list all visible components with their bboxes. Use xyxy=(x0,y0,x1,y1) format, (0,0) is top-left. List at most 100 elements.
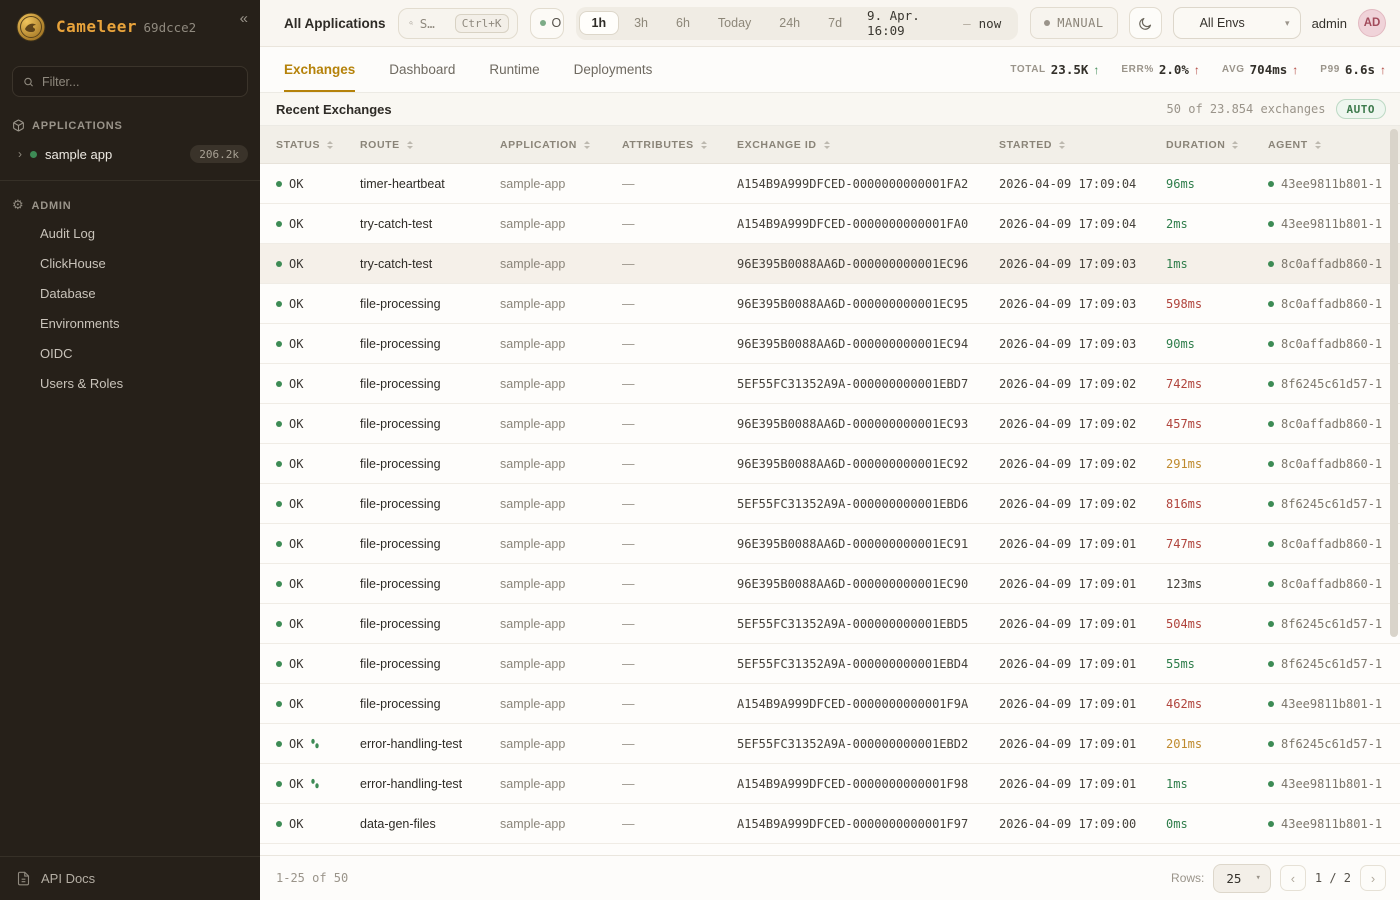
sidebar-item-api-docs[interactable]: API Docs xyxy=(0,856,260,900)
chevron-right-icon[interactable]: › xyxy=(18,147,22,161)
sidebar-item-clickhouse[interactable]: ClickHouse xyxy=(0,248,260,278)
tab-exchanges[interactable]: Exchanges xyxy=(284,47,355,92)
sidebar-item-environments[interactable]: Environments xyxy=(0,308,260,338)
rows-per-page-select[interactable]: 25 ▾ xyxy=(1213,864,1270,893)
sidebar-item-sample-app[interactable]: › sample app 206.2k xyxy=(0,138,260,170)
stat-value: 704ms xyxy=(1250,62,1288,77)
package-icon xyxy=(12,119,25,132)
column-label: AGENT xyxy=(1268,139,1308,151)
sidebar-item-audit-log[interactable]: Audit Log xyxy=(0,218,260,248)
sort-icon xyxy=(1059,141,1065,149)
table-row[interactable]: OK file-processing sample-app — 96E395B0… xyxy=(260,444,1400,484)
status-label: OK xyxy=(289,617,303,631)
table-row[interactable]: OK file-processing sample-app — A154B9A9… xyxy=(260,684,1400,724)
sidebar-collapse-button[interactable]: « xyxy=(240,10,248,27)
started-cell: 2026-04-09 17:09:02 xyxy=(999,497,1166,511)
time-range-7d[interactable]: 7d xyxy=(815,11,855,35)
filter-box[interactable] xyxy=(12,66,248,97)
column-header-agent[interactable]: AGENT xyxy=(1268,139,1400,151)
attributes-cell: — xyxy=(622,297,737,311)
column-header-exchange-id[interactable]: EXCHANGE ID xyxy=(737,139,999,151)
agent-label: 8f6245c61d57-1 xyxy=(1281,617,1382,631)
agent-status-dot xyxy=(1268,821,1274,827)
status-cell: OK xyxy=(276,257,360,271)
time-range-today[interactable]: Today xyxy=(705,11,764,35)
auto-refresh-badge[interactable]: AUTO xyxy=(1336,99,1387,119)
date-range[interactable]: 9. Apr. 16:09 — now xyxy=(857,8,1015,38)
attributes-cell: — xyxy=(622,177,737,191)
online-label: O xyxy=(552,16,562,30)
manual-refresh-button[interactable]: MANUAL xyxy=(1030,7,1117,39)
time-range-6h[interactable]: 6h xyxy=(663,11,703,35)
route-cell: try-catch-test xyxy=(360,217,500,231)
status-cell: OK xyxy=(276,497,360,511)
table-row[interactable]: OK try-catch-test sample-app — 96E395B00… xyxy=(260,244,1400,284)
agent-cell: 43ee9811b801-1 xyxy=(1268,177,1400,191)
column-header-started[interactable]: STARTED xyxy=(999,139,1166,151)
tab-deployments[interactable]: Deployments xyxy=(574,47,653,92)
avatar[interactable]: AD xyxy=(1358,9,1386,37)
sidebar-item-users-roles[interactable]: Users & Roles xyxy=(0,368,260,398)
table-row[interactable]: OK file-processing sample-app — 96E395B0… xyxy=(260,284,1400,324)
application-cell: sample-app xyxy=(500,337,622,351)
status-label: OK xyxy=(289,737,303,751)
tab-runtime[interactable]: Runtime xyxy=(489,47,539,92)
table-row[interactable]: OK error-handling-test sample-app — 5EF5… xyxy=(260,724,1400,764)
table-row[interactable]: OK try-catch-test sample-app — A154B9A99… xyxy=(260,204,1400,244)
sort-icon xyxy=(407,141,413,149)
column-header-application[interactable]: APPLICATION xyxy=(500,139,622,151)
time-range-24h[interactable]: 24h xyxy=(766,11,813,35)
dark-mode-toggle[interactable] xyxy=(1129,7,1162,39)
tabbar: ExchangesDashboardRuntimeDeployments TOT… xyxy=(260,47,1400,93)
table-row[interactable]: OK file-processing sample-app — 96E395B0… xyxy=(260,564,1400,604)
table-row[interactable]: OK file-processing sample-app — 96E395B0… xyxy=(260,404,1400,444)
table-row[interactable]: OK file-processing sample-app — 5EF55FC3… xyxy=(260,604,1400,644)
column-header-status[interactable]: STATUS xyxy=(276,139,360,151)
agent-status-dot xyxy=(1268,301,1274,307)
list-header-right: 50 of 23.854 exchanges AUTO xyxy=(1167,99,1386,119)
status-label: OK xyxy=(289,817,303,831)
table-row[interactable]: OK data-gen-files sample-app — A154B9A99… xyxy=(260,804,1400,844)
table-row[interactable]: OK timer-heartbeat sample-app — A154B9A9… xyxy=(260,164,1400,204)
table-row[interactable]: OK error-handling-test sample-app — A154… xyxy=(260,764,1400,804)
search-input[interactable] xyxy=(420,16,448,31)
exchange-id-cell: 96E395B0088AA6D-000000000001EC96 xyxy=(737,257,999,271)
sidebar-item-database[interactable]: Database xyxy=(0,278,260,308)
table-row[interactable]: OK file-processing sample-app — 5EF55FC3… xyxy=(260,364,1400,404)
time-range-group: 1h3h6hToday24h7d 9. Apr. 16:09 — now xyxy=(576,7,1019,40)
next-page-button[interactable]: › xyxy=(1360,865,1386,891)
exchange-id-cell: A154B9A999DFCED-0000000000001F97 xyxy=(737,817,999,831)
sidebar-item-oidc[interactable]: OIDC xyxy=(0,338,260,368)
duration-cell: 0ms xyxy=(1166,817,1268,831)
tab-dashboard[interactable]: Dashboard xyxy=(389,47,455,92)
route-cell: file-processing xyxy=(360,537,500,551)
time-range-1h[interactable]: 1h xyxy=(579,11,620,35)
agent-label: 8f6245c61d57-1 xyxy=(1281,377,1382,391)
table-row[interactable]: OK file-processing sample-app — 5EF55FC3… xyxy=(260,644,1400,684)
global-search[interactable]: Ctrl+K xyxy=(398,8,518,39)
status-cell: OK xyxy=(276,817,360,831)
search-icon xyxy=(409,17,413,29)
env-select[interactable]: All Envs ▾ xyxy=(1173,7,1301,39)
column-header-attributes[interactable]: ATTRIBUTES xyxy=(622,139,737,151)
online-status-button[interactable]: O xyxy=(530,8,564,39)
table-row[interactable]: OK file-processing sample-app — 5EF55FC3… xyxy=(260,484,1400,524)
app-status-dot xyxy=(30,151,37,158)
table-row[interactable]: OK file-processing sample-app — 96E395B0… xyxy=(260,524,1400,564)
scrollbar-thumb[interactable] xyxy=(1390,129,1398,637)
time-range-3h[interactable]: 3h xyxy=(621,11,661,35)
column-header-duration[interactable]: DURATION xyxy=(1166,139,1268,151)
started-cell: 2026-04-09 17:09:01 xyxy=(999,737,1166,751)
route-cell: file-processing xyxy=(360,377,500,391)
column-header-route[interactable]: ROUTE xyxy=(360,139,500,151)
status-label: OK xyxy=(289,777,303,791)
application-cell: sample-app xyxy=(500,817,622,831)
started-cell: 2026-04-09 17:09:01 xyxy=(999,617,1166,631)
filter-input[interactable] xyxy=(42,75,237,89)
status-cell: OK xyxy=(276,177,360,191)
table-row[interactable]: OK file-processing sample-app — 96E395B0… xyxy=(260,324,1400,364)
agent-cell: 43ee9811b801-1 xyxy=(1268,217,1400,231)
status-cell: OK xyxy=(276,617,360,631)
prev-page-button[interactable]: ‹ xyxy=(1280,865,1306,891)
route-cell: data-gen-files xyxy=(360,817,500,831)
